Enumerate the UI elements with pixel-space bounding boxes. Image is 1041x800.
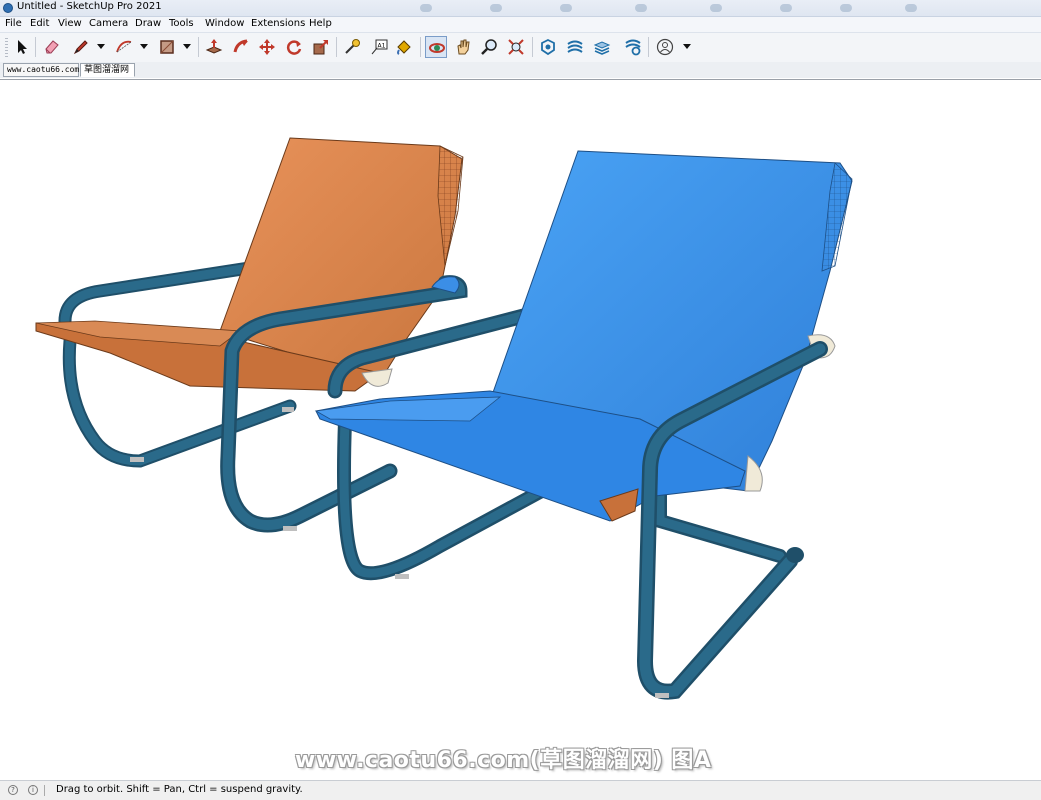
zoom-extents-tool-button[interactable] bbox=[505, 36, 527, 58]
toolbar-separator bbox=[532, 37, 533, 57]
orange-chair bbox=[35, 137, 468, 533]
menu-tools[interactable]: Tools bbox=[169, 18, 194, 29]
toolbar-grip[interactable] bbox=[5, 38, 8, 57]
menu-view[interactable]: View bbox=[58, 18, 82, 29]
rotate-icon bbox=[286, 40, 302, 55]
scene-tabs-bar: www.caotu66.com 草图溜溜网 bbox=[0, 62, 1041, 78]
toolbar-separator bbox=[35, 37, 36, 57]
menu-camera[interactable]: Camera bbox=[89, 18, 128, 29]
account-dropdown[interactable] bbox=[683, 44, 691, 49]
menu-extensions[interactable]: Extensions bbox=[251, 18, 305, 29]
text-tool-button[interactable]: A1 bbox=[368, 36, 390, 58]
rectangle-icon bbox=[160, 40, 174, 54]
main-toolbar: A1 bbox=[0, 33, 1041, 62]
move-tool-button[interactable] bbox=[256, 36, 278, 58]
paint-bucket-icon bbox=[397, 40, 411, 55]
line-tools-dropdown[interactable] bbox=[97, 44, 105, 49]
eraser-tool-button[interactable] bbox=[41, 36, 63, 58]
menu-draw[interactable]: Draw bbox=[135, 18, 161, 29]
push-pull-icon bbox=[205, 39, 223, 54]
zoom-tool-button[interactable] bbox=[478, 36, 500, 58]
model-viewport[interactable]: www.caotu66.com(草图溜溜网) 图A bbox=[0, 79, 1041, 781]
tape-measure-tool-button[interactable] bbox=[341, 36, 363, 58]
status-bar: ? i Drag to orbit. Shift = Pan, Ctrl = s… bbox=[0, 780, 1041, 800]
text-icon: A1 bbox=[371, 39, 388, 55]
follow-me-icon bbox=[233, 39, 248, 53]
tape-measure-icon bbox=[345, 39, 360, 54]
text-tool-label: A1 bbox=[378, 43, 386, 50]
status-separator bbox=[44, 785, 45, 796]
layout-button[interactable] bbox=[591, 36, 613, 58]
select-tool-button[interactable] bbox=[10, 36, 32, 58]
toolbar-separator bbox=[336, 37, 337, 57]
zoom-icon bbox=[481, 39, 497, 55]
scene-tab-caotu-liuliu[interactable]: 草图溜溜网 bbox=[80, 63, 135, 77]
rectangle-tool-button[interactable] bbox=[156, 36, 178, 58]
toolbar-separator bbox=[198, 37, 199, 57]
menu-help[interactable]: Help bbox=[309, 18, 332, 29]
eraser-icon bbox=[45, 40, 59, 54]
title-bar: Untitled - SketchUp Pro 2021 bbox=[0, 0, 1041, 17]
orbit-tool-button[interactable] bbox=[425, 36, 447, 58]
sketchup-app-icon bbox=[3, 3, 13, 13]
move-icon bbox=[259, 39, 275, 55]
pencil-line-icon bbox=[73, 40, 88, 55]
pan-icon bbox=[457, 39, 470, 55]
watermark-text: www.caotu66.com(草图溜溜网) 图A bbox=[295, 748, 712, 773]
arc-icon bbox=[116, 40, 132, 53]
select-icon bbox=[18, 40, 27, 54]
paint-bucket-tool-button[interactable] bbox=[393, 36, 415, 58]
window-title: Untitled - SketchUp Pro 2021 bbox=[17, 1, 162, 12]
info-icon[interactable]: i bbox=[28, 785, 38, 795]
extension-manager-button[interactable] bbox=[622, 36, 644, 58]
follow-me-tool-button[interactable] bbox=[230, 36, 252, 58]
menu-file[interactable]: File bbox=[5, 18, 22, 29]
extension-warehouse-icon bbox=[567, 40, 583, 53]
push-pull-tool-button[interactable] bbox=[203, 36, 225, 58]
account-button[interactable] bbox=[654, 36, 676, 58]
scale-icon bbox=[313, 40, 328, 55]
zoom-extents-icon bbox=[508, 39, 524, 55]
warehouse-icon bbox=[541, 38, 555, 56]
status-message: Drag to orbit. Shift = Pan, Ctrl = suspe… bbox=[56, 784, 303, 795]
menu-edit[interactable]: Edit bbox=[30, 18, 49, 29]
scene-tab-caotu66[interactable]: www.caotu66.com bbox=[3, 63, 79, 77]
scale-tool-button[interactable] bbox=[310, 36, 332, 58]
rotate-tool-button[interactable] bbox=[283, 36, 305, 58]
arc-tool-button[interactable] bbox=[113, 36, 135, 58]
toolbar-separator bbox=[420, 37, 421, 57]
orbit-icon bbox=[429, 43, 445, 53]
line-tool-button[interactable] bbox=[70, 36, 92, 58]
extension-manager-icon bbox=[625, 39, 641, 56]
3d-warehouse-button[interactable] bbox=[537, 36, 559, 58]
pan-tool-button[interactable] bbox=[452, 36, 474, 58]
chairs-3d-scene bbox=[35, 137, 853, 700]
menu-bar: File Edit View Camera Draw Tools Window … bbox=[0, 17, 1041, 33]
toolbar-separator bbox=[648, 37, 649, 57]
extension-warehouse-button[interactable] bbox=[564, 36, 586, 58]
account-icon bbox=[656, 38, 674, 56]
menu-window[interactable]: Window bbox=[205, 18, 244, 29]
arc-tools-dropdown[interactable] bbox=[140, 44, 148, 49]
geolocation-icon[interactable]: ? bbox=[8, 785, 18, 795]
shape-tools-dropdown[interactable] bbox=[183, 44, 191, 49]
layout-icon bbox=[593, 41, 611, 55]
